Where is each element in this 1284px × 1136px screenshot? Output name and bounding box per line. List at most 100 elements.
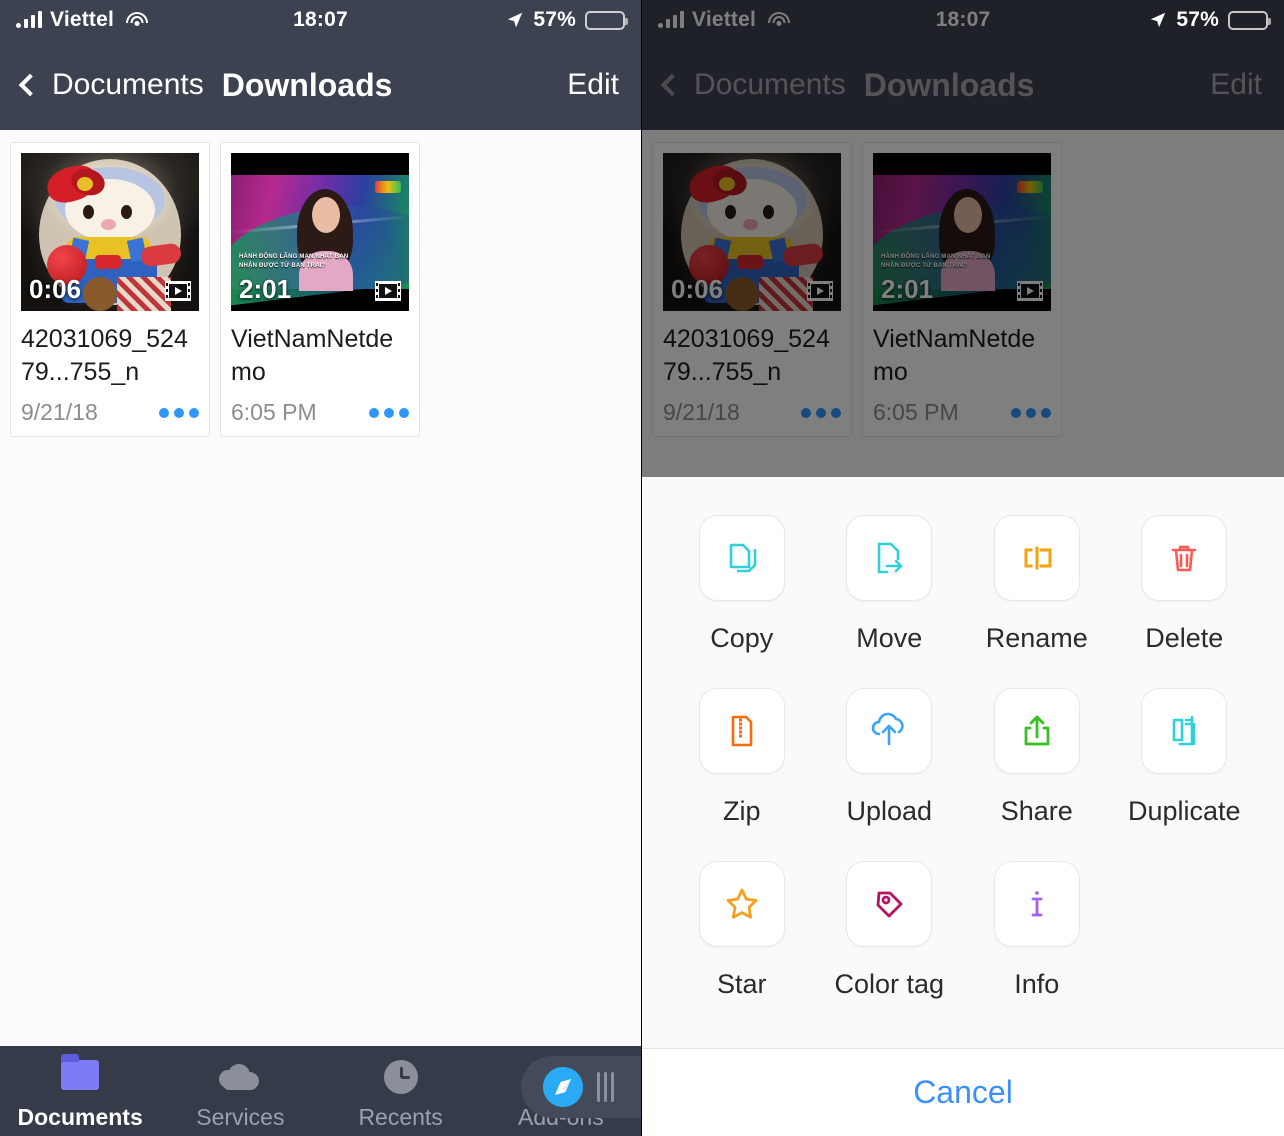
phone-screen-normal: Viettel 18:07 57% Documents Downloads Ed… — [0, 0, 642, 1136]
action-upload[interactable]: Upload — [816, 688, 964, 827]
more-dots-icon — [801, 407, 841, 418]
status-bar-right: 57% — [506, 8, 628, 32]
info-text-cursor-icon — [993, 861, 1080, 947]
tab-services[interactable]: Services — [160, 1056, 320, 1131]
battery-icon — [1228, 10, 1271, 30]
video-duration-label: 0:06 — [671, 274, 724, 304]
file-date: 9/21/18 — [663, 399, 740, 425]
tab-label: Recents — [358, 1104, 443, 1130]
back-button: Documents — [660, 68, 846, 102]
file-thumbnail[interactable]: HÀNH ĐỘNG LÃNG MẠN NHẤT BẠN NHẬN ĐƯỢC TỪ… — [231, 153, 409, 311]
location-arrow-icon — [508, 12, 523, 28]
move-file-arrow-icon — [846, 515, 933, 601]
share-box-arrow-icon — [993, 688, 1080, 774]
more-dots-icon[interactable] — [369, 407, 409, 418]
action-label: Rename — [985, 623, 1088, 653]
status-bar: Viettel 18:07 57% — [642, 0, 1284, 40]
action-move[interactable]: Move — [816, 515, 964, 654]
file-meta-row: 9/21/18 — [663, 399, 841, 436]
file-date: 9/21/18 — [21, 399, 98, 425]
chevron-left-icon — [18, 73, 42, 97]
action-row: Copy Move Rename Delete — [668, 515, 1258, 654]
trash-can-icon — [1141, 515, 1228, 601]
cloud-icon — [217, 1056, 263, 1098]
more-dots-icon — [1011, 407, 1051, 418]
edit-button: Edit — [1210, 68, 1262, 101]
tab-bar: Documents Services Recents Add-ons — [0, 1046, 641, 1136]
file-name: VietNamNetdemo — [873, 325, 1036, 386]
drag-handle-icon[interactable] — [597, 1072, 614, 1102]
action-sheet: Copy Move Rename Delete Zip Upload Share… — [642, 477, 1284, 1136]
status-bar: Viettel 18:07 57% — [0, 0, 641, 40]
location-arrow-icon — [1151, 12, 1166, 28]
file-grid: 0:06 42031069_52479...755_n 9/21/18 HÀNH… — [652, 142, 1274, 437]
file-card: 0:06 42031069_52479...755_n 9/21/18 — [652, 142, 852, 437]
action-copy[interactable]: Copy — [668, 515, 816, 654]
file-name: 42031069_52479...755_n — [663, 325, 830, 386]
video-subtitle-text: HÀNH ĐỘNG LÃNG MẠN NHẤT BẠN NHẬN ĐƯỢC TỪ… — [239, 254, 349, 269]
file-thumbnail[interactable]: 0:06 — [21, 153, 199, 311]
action-label: Color tag — [834, 969, 945, 999]
browser-button[interactable] — [521, 1056, 641, 1118]
action-label: Upload — [846, 796, 933, 826]
file-grid-area: 0:06 42031069_52479...755_n 9/21/18 HÀNH… — [0, 130, 641, 1046]
folder-icon — [57, 1054, 103, 1098]
file-meta-row: 6:05 PM — [231, 399, 409, 436]
action-empty-slot — [1111, 861, 1259, 1000]
action-label: Delete — [1145, 623, 1224, 653]
back-button-label: Documents — [52, 68, 204, 101]
chevron-left-icon — [660, 73, 684, 97]
file-name: VietNamNetdemo — [231, 325, 394, 386]
duplicate-plus-icon — [1141, 688, 1228, 774]
back-button[interactable]: Documents — [18, 68, 204, 102]
action-label: Copy — [710, 623, 774, 653]
rename-text-cursor-icon — [993, 515, 1080, 601]
tab-documents[interactable]: Documents — [0, 1054, 160, 1131]
action-star[interactable]: Star — [668, 861, 816, 1000]
file-card[interactable]: 0:06 42031069_52479...755_n 9/21/18 — [10, 142, 210, 437]
dual-screenshot-container: Viettel 18:07 57% Documents Downloads Ed… — [0, 0, 1284, 1136]
tab-label: Documents — [17, 1104, 143, 1130]
file-date: 6:05 PM — [873, 399, 959, 425]
file-meta-row: 6:05 PM — [873, 399, 1051, 436]
file-name: 42031069_52479...755_n — [21, 325, 188, 386]
cancel-label: Cancel — [913, 1074, 1013, 1110]
page-title: Downloads — [863, 66, 1035, 103]
battery-percent-label: 57% — [1176, 8, 1219, 31]
file-card[interactable]: HÀNH ĐỘNG LÃNG MẠN NHẤT BẠN NHẬN ĐƯỢC TỪ… — [220, 142, 420, 437]
action-label: Share — [1000, 796, 1073, 826]
file-thumbnail: HÀNH ĐỘNG LÃNG MẠN NHẤT BẠN NHẬN ĐƯỢC TỪ… — [873, 153, 1051, 311]
navigation-bar: Documents Downloads Edit — [642, 40, 1284, 130]
action-duplicate[interactable]: Duplicate — [1111, 688, 1259, 827]
action-rename[interactable]: Rename — [963, 515, 1111, 654]
action-row: Zip Upload Share Duplicate — [668, 688, 1258, 827]
tab-label: Services — [196, 1104, 285, 1130]
battery-percent-label: 57% — [533, 8, 576, 31]
video-duration-label: 0:06 — [29, 274, 82, 304]
action-color-tag[interactable]: Color tag — [816, 861, 964, 1000]
action-label: Move — [856, 623, 923, 653]
navigation-bar: Documents Downloads Edit — [0, 40, 641, 130]
back-button-label: Documents — [694, 68, 846, 101]
file-date: 6:05 PM — [231, 399, 317, 425]
action-share[interactable]: Share — [963, 688, 1111, 827]
action-delete[interactable]: Delete — [1111, 515, 1259, 654]
action-label: Zip — [722, 796, 761, 826]
action-info[interactable]: Info — [963, 861, 1111, 1000]
video-film-icon — [375, 281, 401, 301]
file-meta-row: 9/21/18 — [21, 399, 199, 436]
safari-compass-icon — [543, 1067, 583, 1107]
tab-recents[interactable]: Recents — [321, 1056, 481, 1131]
phone-screen-action-sheet: Viettel 18:07 57% Documents Downloads Ed… — [642, 0, 1284, 1136]
clock-icon — [378, 1056, 424, 1098]
edit-button[interactable]: Edit — [567, 68, 619, 102]
battery-icon — [585, 10, 628, 30]
status-bar-right: 57% — [1149, 8, 1271, 32]
zip-archive-icon — [698, 688, 785, 774]
cancel-button[interactable]: Cancel — [642, 1048, 1284, 1136]
more-dots-icon[interactable] — [159, 407, 199, 418]
action-sheet-grid: Copy Move Rename Delete Zip Upload Share… — [642, 477, 1284, 1048]
copy-documents-icon — [698, 515, 785, 601]
cloud-upload-icon — [846, 688, 933, 774]
action-zip[interactable]: Zip — [668, 688, 816, 827]
